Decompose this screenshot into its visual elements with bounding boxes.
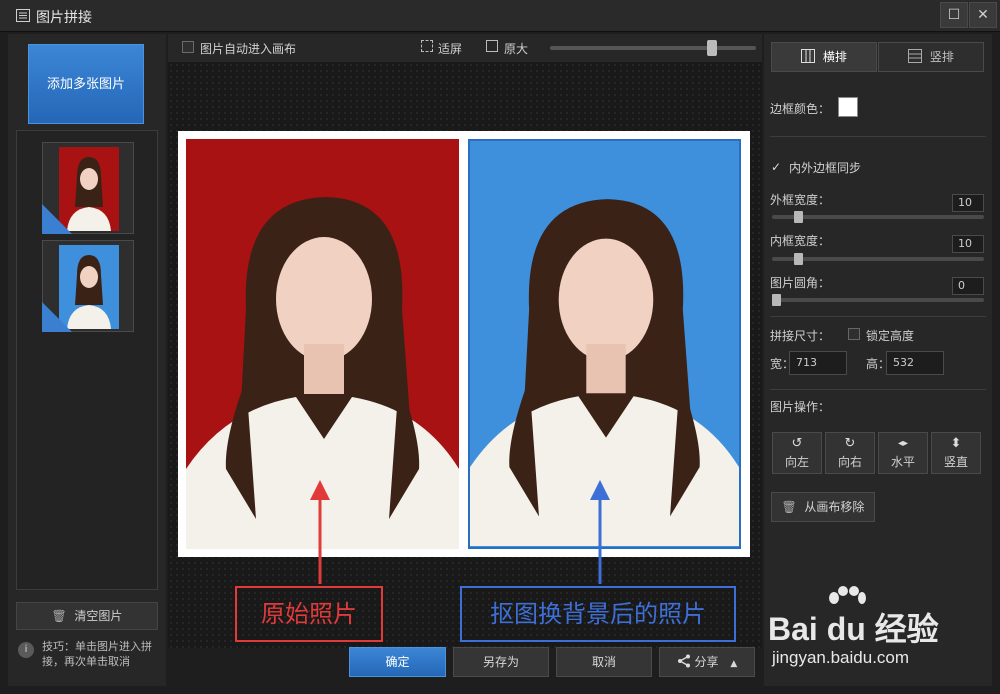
tab-vertical-label: 竖排: [929, 50, 954, 64]
outer-width-slider[interactable]: [772, 215, 984, 219]
border-color-swatch[interactable]: [838, 97, 858, 117]
sync-border-checkbox[interactable]: ✓: [771, 160, 781, 174]
divider: [770, 389, 986, 390]
close-icon: ✕: [977, 7, 989, 23]
fit-screen-icon[interactable]: [421, 40, 433, 52]
annotation-arrow-red: [310, 480, 330, 584]
auto-canvas-checkbox[interactable]: [182, 41, 194, 53]
tab-vertical[interactable]: 竖排: [878, 42, 984, 72]
corner-radius-slider-handle[interactable]: [772, 294, 781, 306]
flip-vertical-button[interactable]: ⬍ 竖直: [931, 432, 981, 474]
rotate-right-label: 向右: [837, 455, 862, 469]
tab-horizontal-label: 横排: [822, 50, 847, 64]
remove-from-canvas-label: 从画布移除: [804, 500, 865, 514]
tab-horizontal[interactable]: 横排: [771, 42, 877, 72]
clear-images-button[interactable]: 🗑 清空图片: [16, 602, 158, 630]
rows-icon: [908, 49, 923, 63]
width-input[interactable]: 713: [789, 351, 847, 375]
annotation-new-background-photo: 抠图换背景后的照片: [460, 586, 736, 642]
columns-icon: [801, 49, 816, 63]
watermark-brand: Bai du 经验: [768, 611, 939, 647]
original-size-button[interactable]: 原大: [504, 40, 528, 57]
confirm-button[interactable]: 确定: [349, 647, 446, 677]
height-input[interactable]: 532: [886, 351, 944, 375]
outer-width-field[interactable]: 10: [952, 194, 984, 212]
flip-vertical-icon: ⬍: [950, 436, 962, 451]
flip-vertical-label: 竖直: [943, 455, 968, 469]
fit-screen-button[interactable]: 适屏: [438, 40, 462, 57]
size-label: 拼接尺寸：: [770, 329, 831, 343]
flip-horizontal-button[interactable]: ◂▸ 水平: [878, 432, 928, 474]
image-ops-label: 图片操作：: [770, 400, 831, 414]
zoom-slider-handle[interactable]: [706, 40, 717, 56]
zoom-slider[interactable]: [550, 46, 756, 50]
inner-width-slider-handle[interactable]: [794, 253, 803, 265]
outer-width-label: 外框宽度：: [770, 193, 831, 207]
corner-radius-slider[interactable]: [772, 298, 984, 302]
maximize-button[interactable]: ☐: [940, 2, 968, 28]
rotate-left-icon: ↺: [791, 436, 803, 451]
flip-horizontal-icon: ◂▸: [897, 438, 909, 449]
remove-from-canvas-button[interactable]: 🗑 从画布移除: [771, 492, 875, 522]
rotate-left-label: 向左: [784, 455, 809, 469]
caret-up-icon: ▲: [730, 659, 738, 669]
original-size-icon[interactable]: [486, 40, 498, 52]
lock-height-label: 锁定高度: [866, 329, 915, 343]
corner-radius-label: 图片圆角：: [770, 276, 831, 290]
rotate-left-button[interactable]: ↺ 向左: [772, 432, 822, 474]
inner-width-slider[interactable]: [772, 257, 984, 261]
trash-icon: 🗑: [51, 609, 67, 623]
cancel-button[interactable]: 取消: [556, 647, 652, 677]
border-color-label: 边框颜色：: [770, 102, 831, 116]
thumbnail-photo: [59, 245, 119, 329]
close-button[interactable]: ✕: [969, 2, 997, 28]
trash-icon: 🗑: [781, 500, 797, 514]
annotation-arrow-blue: [590, 480, 610, 584]
share-button[interactable]: 分享 ▲: [659, 647, 755, 677]
annotation-original-photo: 原始照片: [235, 586, 383, 642]
corner-radius-field[interactable]: 0: [952, 277, 984, 295]
maximize-icon: ☐: [947, 7, 961, 23]
outer-width-slider-handle[interactable]: [794, 211, 803, 223]
thumbnail-item[interactable]: [42, 240, 134, 332]
auto-canvas-label: 图片自动进入画布: [200, 42, 297, 56]
share-label: 分享: [694, 655, 719, 669]
lock-height-checkbox[interactable]: [848, 328, 860, 340]
divider: [770, 136, 986, 137]
thumbnail-item[interactable]: [42, 142, 134, 234]
menu-icon[interactable]: [16, 9, 30, 22]
inner-width-label: 内框宽度：: [770, 234, 831, 248]
window-title: 图片拼接: [36, 10, 92, 26]
add-images-button[interactable]: 添加多张图片: [28, 44, 144, 124]
watermark-url: jingyan.baidu.com: [772, 648, 910, 667]
thumbnail-photo: [59, 147, 119, 231]
clear-images-label: 清空图片: [74, 609, 123, 623]
rotate-right-button[interactable]: ↻ 向右: [825, 432, 875, 474]
inner-width-field[interactable]: 10: [952, 235, 984, 253]
flip-horizontal-label: 水平: [890, 455, 915, 469]
info-icon: i: [18, 642, 34, 658]
sync-border-label: 内外边框同步: [789, 161, 862, 175]
tip-text: 技巧：单击图片进入拼接，再次单击取消: [42, 640, 152, 668]
share-icon: [677, 654, 690, 668]
save-as-button[interactable]: 另存为: [453, 647, 549, 677]
title-bar: [0, 0, 1000, 32]
rotate-right-icon: ↻: [844, 436, 856, 451]
divider: [770, 316, 986, 317]
